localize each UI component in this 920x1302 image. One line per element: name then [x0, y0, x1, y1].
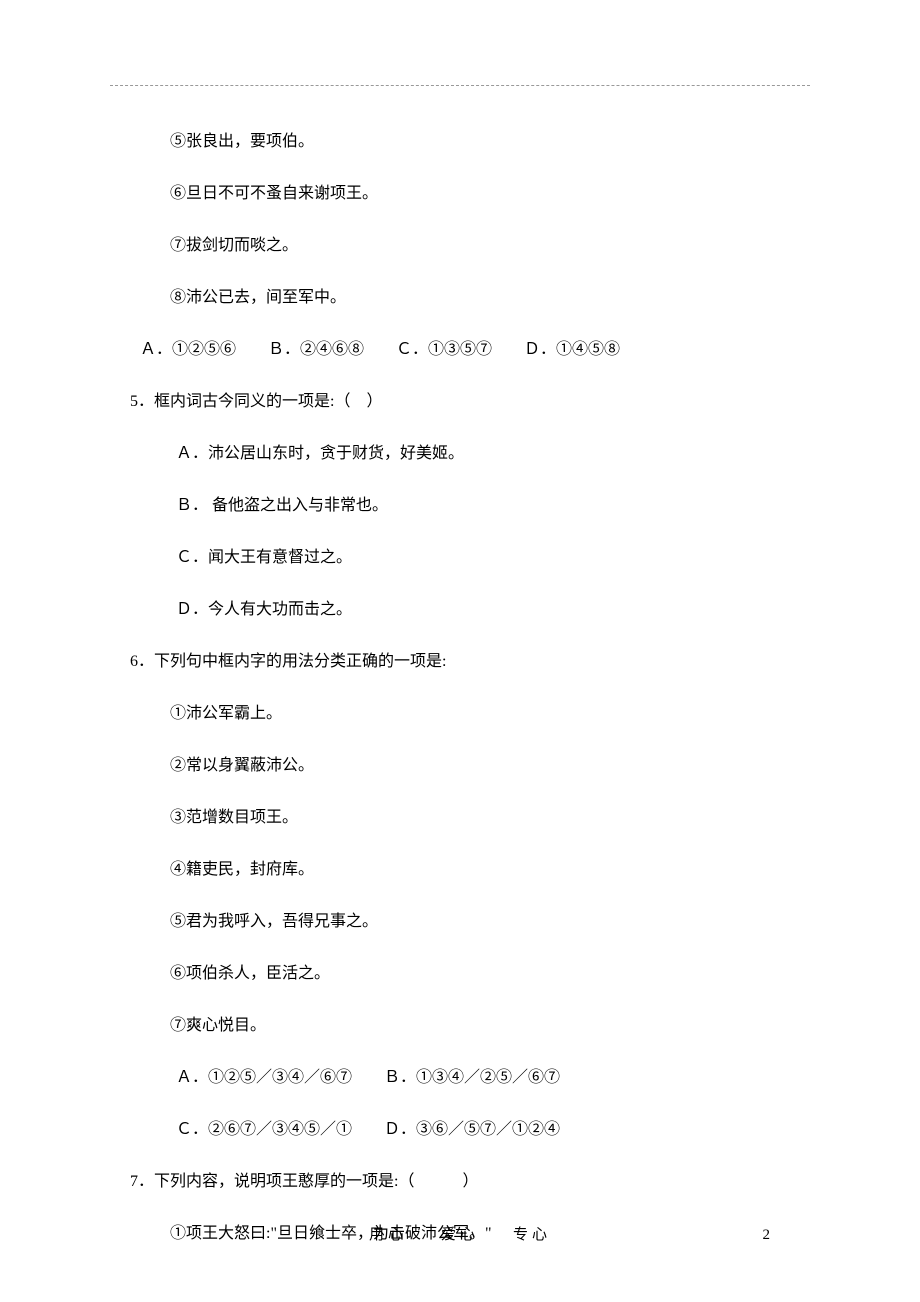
q5-option-c: Ｃ．闻大王有意督过之。: [130, 546, 790, 570]
q6-item-3: ③范增数目项王。: [130, 806, 790, 830]
footer-motto: 用心 爱心 专心: [0, 1224, 920, 1247]
q7-stem: 7．下列内容，说明项王憨厚的一项是:（ ）: [130, 1170, 790, 1194]
footer-word-2: 爱心: [441, 1227, 479, 1243]
footer-word-1: 用心: [369, 1227, 407, 1243]
q5-option-a: Ａ．沛公居山东时，贪于财货，好美姬。: [130, 442, 790, 466]
q5-option-b: Ｂ． 备他盗之出入与非常也。: [130, 494, 790, 518]
q6-item-2: ②常以身翼蔽沛公。: [130, 754, 790, 778]
q6-item-6: ⑥项伯杀人，臣活之。: [130, 962, 790, 986]
q4-item-6: ⑥旦日不可不蚤自来谢项王。: [130, 182, 790, 206]
q5-stem: 5．框内词古今同义的一项是:（ ）: [130, 390, 790, 414]
q6-item-1: ①沛公军霸上。: [130, 702, 790, 726]
q6-options-row-2: Ｃ．②⑥⑦／③④⑤／① Ｄ．③⑥／⑤⑦／①②④: [130, 1118, 790, 1142]
q4-item-5: ⑤张良出，要项伯。: [130, 130, 790, 154]
q4-item-7: ⑦拔剑切而啖之。: [130, 234, 790, 258]
footer-word-3: 专心: [513, 1227, 551, 1243]
q6-options-row-1: Ａ．①②⑤／③④／⑥⑦ Ｂ．①③④／②⑤／⑥⑦: [130, 1066, 790, 1090]
q5-option-d: Ｄ．今人有大功而击之。: [130, 598, 790, 622]
q6-item-5: ⑤君为我呼入，吾得兄事之。: [130, 910, 790, 934]
q6-item-7: ⑦爽心悦目。: [130, 1014, 790, 1038]
q4-item-8: ⑧沛公已去，间至军中。: [130, 286, 790, 310]
q6-stem: 6．下列句中框内字的用法分类正确的一项是:: [130, 650, 790, 674]
q6-item-4: ④籍吏民，封府库。: [130, 858, 790, 882]
document-body: ⑤张良出，要项伯。 ⑥旦日不可不蚤自来谢项王。 ⑦拔剑切而啖之。 ⑧沛公已去，间…: [130, 130, 790, 1274]
page-number: 2: [763, 1224, 771, 1247]
top-rule: [110, 85, 810, 86]
q4-options: Ａ．①②⑤⑥ Ｂ．②④⑥⑧ Ｃ．①③⑤⑦ Ｄ．①④⑤⑧: [130, 338, 790, 362]
